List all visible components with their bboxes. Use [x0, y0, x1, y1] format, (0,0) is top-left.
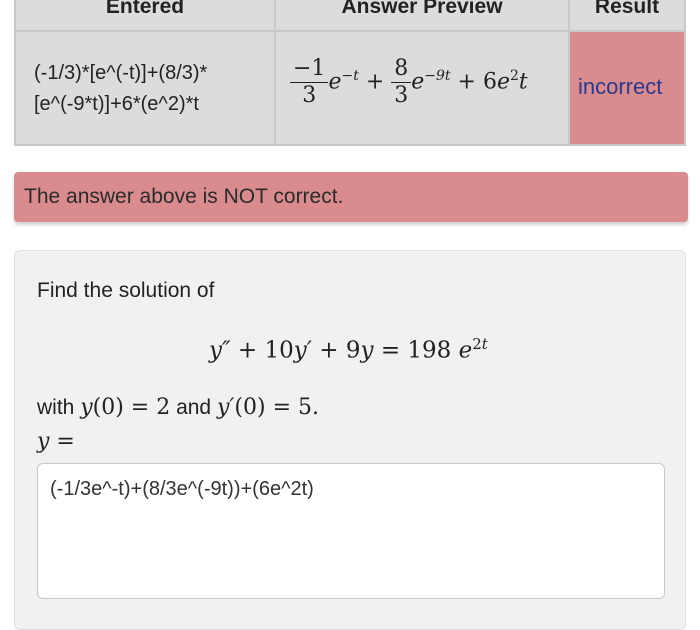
header-result-label: Result: [594, 0, 660, 18]
differential-equation: y″ + 10y′ + 9y = 198 e2t: [209, 335, 488, 364]
header-answer-preview: Answer Preview: [276, 0, 568, 32]
problem-box: Find the solution of y″ + 10y′ + 9y = 19…: [14, 250, 686, 630]
y-equals-label: y =: [37, 429, 75, 454]
problem-intro: Find the solution of: [37, 279, 215, 302]
with-word: with: [37, 396, 75, 419]
answer-input[interactable]: (-1/3e^-t)+(8/3e^(-9t))+(6e^2t): [37, 463, 665, 599]
entered-cell: (-1/3)*[e^(-t)]+(8/3)* [e^(-9*t)]+6*(e^2…: [16, 32, 274, 144]
preview-expression: −1 3 e−t + 8 3 e−9t + 6e2t: [290, 56, 528, 109]
header-preview-label: Answer Preview: [341, 0, 503, 18]
results-table: Entered Answer Preview Result (-1/3)*[e^…: [14, 0, 686, 146]
incorrect-alert: The answer above is NOT correct.: [14, 172, 688, 222]
initial-conditions: with y(0) = 2 and y′(0) = 5.: [37, 395, 319, 420]
header-entered: Entered: [16, 0, 274, 32]
header-entered-label: Entered: [105, 0, 185, 18]
answer-preview-cell: −1 3 e−t + 8 3 e−9t + 6e2t: [276, 32, 568, 144]
answer-input-value: (-1/3e^-t)+(8/3e^(-9t))+(6e^2t): [50, 478, 314, 500]
result-label: incorrect: [578, 74, 663, 99]
entered-line-2: [e^(-9*t)]+6*(e^2)*t: [34, 93, 199, 115]
header-result: Result: [570, 0, 684, 32]
entered-line-1: (-1/3)*[e^(-t)]+(8/3)*: [34, 62, 208, 84]
alert-text: The answer above is NOT correct.: [24, 185, 344, 208]
and-word: and: [176, 396, 212, 419]
result-cell: incorrect: [570, 32, 684, 144]
